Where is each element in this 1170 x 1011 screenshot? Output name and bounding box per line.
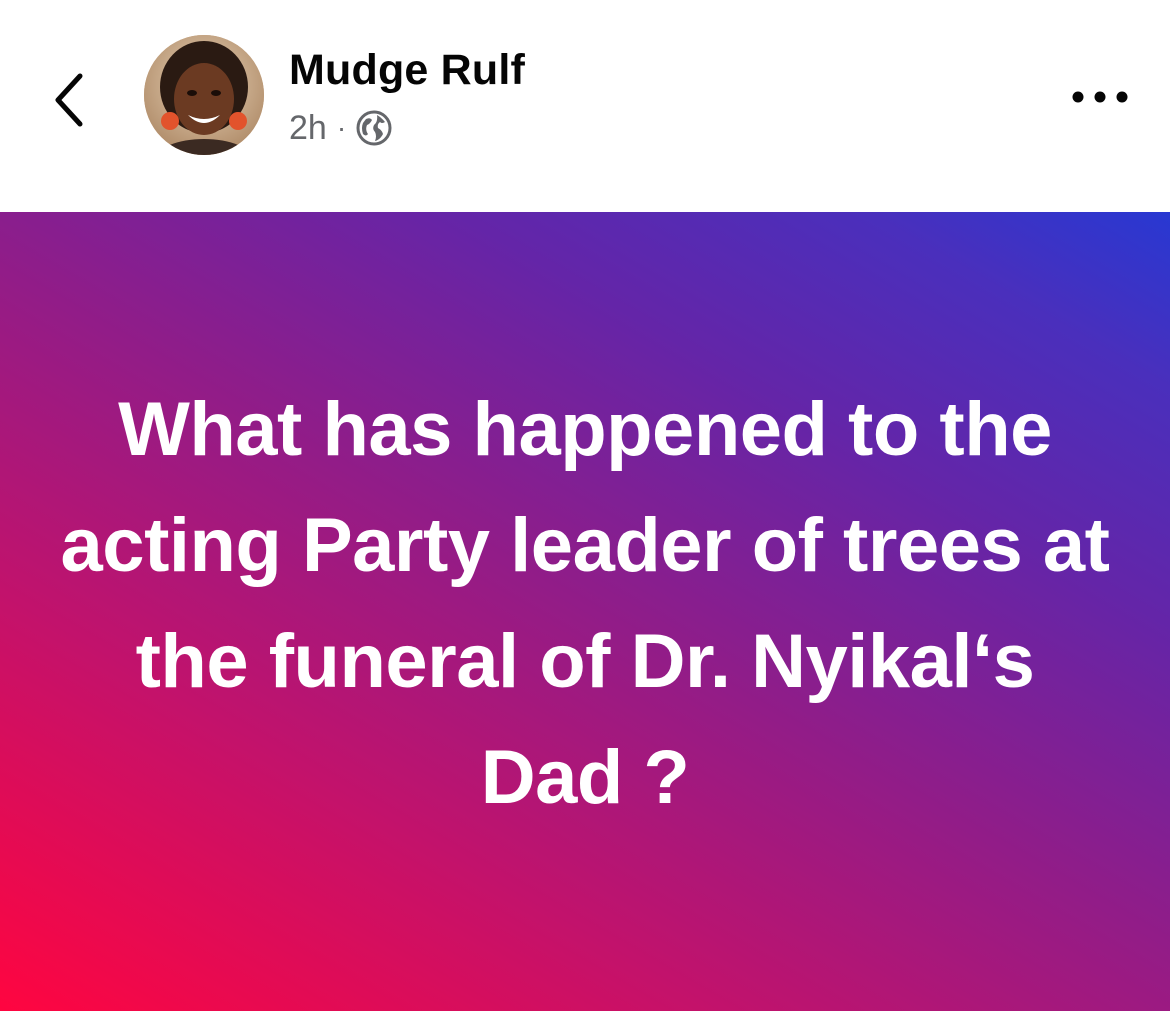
avatar-image bbox=[144, 35, 264, 155]
post-time[interactable]: 2h bbox=[289, 109, 327, 148]
post-header: Mudge Rulf 2h · bbox=[0, 0, 1170, 212]
avatar[interactable] bbox=[144, 35, 264, 155]
post-background[interactable]: What has happened to the acting Party le… bbox=[0, 212, 1170, 1011]
back-button[interactable] bbox=[40, 60, 100, 140]
author-name[interactable]: Mudge Rulf bbox=[289, 46, 525, 95]
chevron-left-icon bbox=[55, 73, 83, 127]
post-text: What has happened to the acting Party le… bbox=[60, 386, 1110, 820]
meta-separator: · bbox=[336, 112, 347, 143]
globe-icon[interactable] bbox=[356, 110, 392, 146]
more-options-button[interactable] bbox=[1055, 70, 1145, 124]
more-horizontal-icon bbox=[1072, 91, 1128, 103]
post-meta: 2h · bbox=[289, 106, 392, 150]
